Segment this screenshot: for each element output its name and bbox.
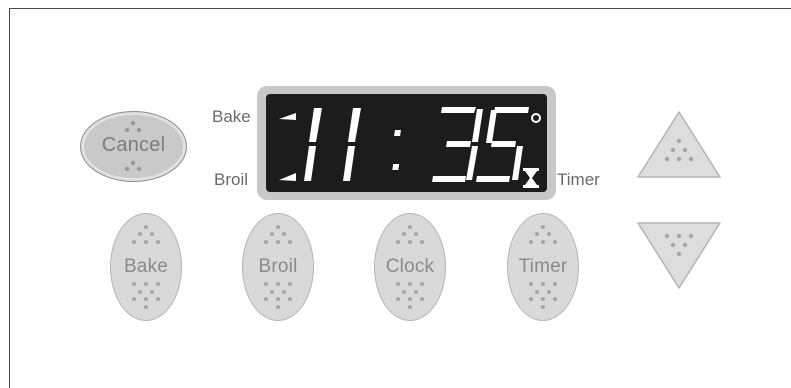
hourglass-icon [523, 168, 539, 188]
clock-button-label: Clock [385, 256, 435, 277]
bake-indicator-arrow [279, 113, 296, 120]
cancel-button[interactable]: Cancel [80, 111, 187, 182]
timer-mode-label: Timer [557, 170, 600, 189]
broil-button[interactable]: Broil [242, 213, 314, 321]
down-arrow-button[interactable] [634, 218, 724, 292]
bake-mode-label: Bake [212, 107, 251, 126]
bake-button[interactable]: Bake [110, 213, 182, 321]
broil-button-label: Broil [258, 256, 298, 277]
timer-button[interactable]: Timer [507, 213, 579, 321]
cancel-label: Cancel [101, 134, 166, 156]
bake-button-label: Bake [123, 256, 169, 277]
broil-mode-label: Broil [214, 170, 249, 189]
up-arrow-button[interactable] [634, 108, 724, 182]
seven-segment-readout [279, 107, 541, 188]
timer-button-label: Timer [518, 256, 568, 277]
time-display-bezel [257, 86, 556, 200]
clock-button[interactable]: Clock [374, 213, 446, 321]
broil-indicator-arrow [279, 173, 296, 181]
time-display [266, 94, 547, 192]
